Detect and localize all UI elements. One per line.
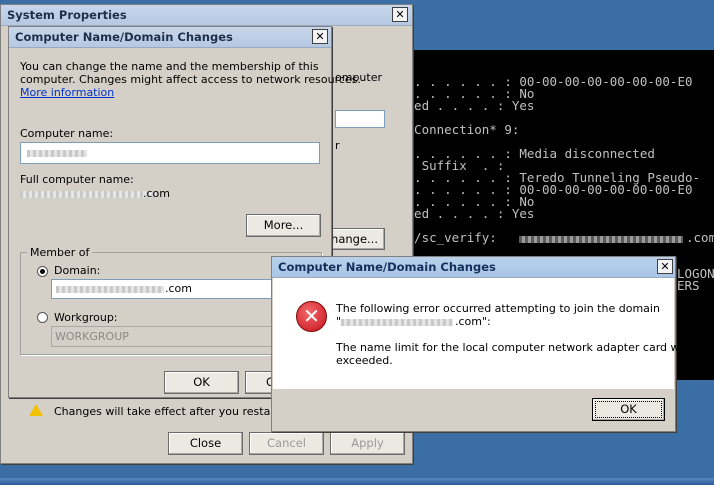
domain-suffix: .com [165, 282, 192, 295]
computer-name-input[interactable] [20, 142, 320, 164]
error-dialog: Computer Name/Domain Changes ✕ ✕ The fol… [271, 256, 692, 432]
redacted-error-domain [341, 319, 453, 326]
intro-text-line1: You can change the name and the membersh… [20, 60, 319, 73]
error-detail-line1: The name limit for the local computer ne… [336, 341, 692, 354]
system-properties-titlebar[interactable]: System Properties ✕ [1, 5, 412, 26]
close-icon[interactable]: ✕ [392, 7, 408, 22]
error-dialog-title: Computer Name/Domain Changes [278, 260, 496, 274]
redacted-full-name [20, 191, 156, 198]
error-content-panel: ✕ The following error occurred attemptin… [273, 278, 692, 389]
more-information-link[interactable]: More information [20, 86, 114, 99]
console-line: .com [686, 230, 714, 245]
console-line: bled . . . . : Yes [399, 206, 535, 221]
taskbar-strip [0, 478, 714, 485]
apply-button: Apply [330, 432, 405, 455]
partial-label-r: r [335, 139, 340, 152]
warning-icon [29, 404, 43, 416]
name-domain-changes-titlebar[interactable]: Computer Name/Domain Changes ✕ [9, 27, 331, 48]
cancel-button: Cancel [249, 432, 324, 455]
console-line: t /sc_verify: [399, 230, 497, 245]
computer-name-label: Computer name: [20, 127, 114, 140]
change-button[interactable]: hange... [323, 228, 385, 250]
redacted-computer-name [27, 150, 87, 157]
domain-radio[interactable] [37, 266, 48, 277]
close-icon[interactable]: ✕ [312, 29, 328, 44]
description-field[interactable] [335, 110, 385, 128]
member-of-label: Member of [27, 246, 93, 259]
error-message-line2: .com": [455, 315, 491, 328]
console-line: Connection* 9: [399, 122, 520, 137]
error-icon: ✕ [296, 301, 327, 332]
error-detail-line2: exceeded. [336, 354, 393, 367]
full-computer-name-label: Full computer name: [20, 173, 134, 186]
full-name-suffix: .com [143, 187, 170, 200]
domain-label: Domain: [54, 264, 101, 277]
redacted-domain [56, 286, 164, 293]
workgroup-radio[interactable] [37, 312, 48, 323]
error-message-line1: The following error occurred attempting … [336, 302, 660, 315]
redacted-console-domain [519, 236, 683, 243]
console-line: ERS [677, 278, 700, 293]
more-button[interactable]: More... [246, 214, 321, 237]
name-domain-changes-title: Computer Name/Domain Changes [15, 30, 233, 44]
error-ok-button[interactable]: OK [592, 398, 665, 421]
workgroup-label: Workgroup: [54, 311, 118, 324]
system-properties-title: System Properties [7, 8, 127, 22]
ok-button[interactable]: OK [164, 371, 239, 394]
workgroup-value: WORKGROUP [55, 330, 129, 343]
error-dialog-titlebar[interactable]: Computer Name/Domain Changes ✕ [272, 257, 675, 278]
intro-text-line2: computer. Changes might affect access to… [20, 73, 361, 86]
close-button[interactable]: Close [168, 432, 243, 455]
close-icon[interactable]: ✕ [657, 259, 673, 274]
console-line: bled . . . . : Yes [399, 98, 535, 113]
